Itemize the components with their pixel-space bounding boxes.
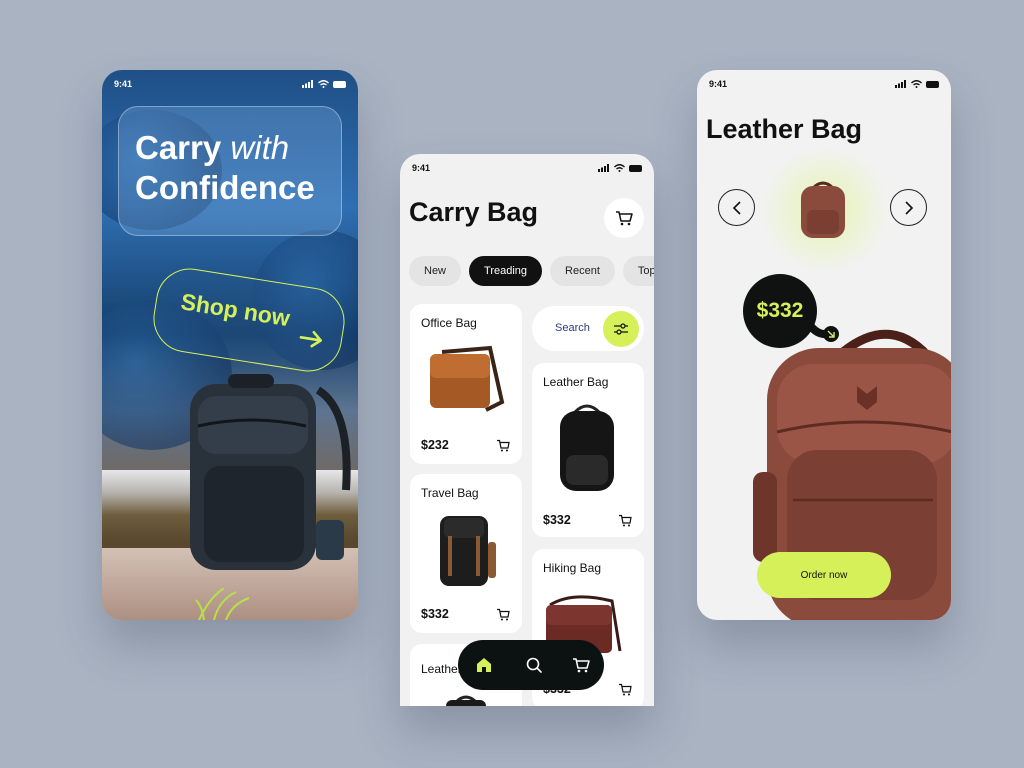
status-time: 9:41 bbox=[114, 79, 133, 89]
cart-icon[interactable] bbox=[572, 657, 590, 673]
detail-screen: 9:41 Leather Bag $332 Order now bbox=[697, 70, 951, 620]
tab-recent[interactable]: Recent bbox=[550, 256, 615, 286]
filter-icon bbox=[614, 323, 628, 335]
catalog-screen: 9:41 Carry Bag New Treading Recent Top O… bbox=[400, 154, 654, 706]
tab-treading[interactable]: Treading bbox=[469, 256, 543, 286]
hero-title: Carry with Confidence bbox=[135, 128, 355, 208]
home-icon bbox=[477, 658, 492, 672]
splash-screen: 9:41 Carry with Confidence Shop now bbox=[102, 70, 358, 620]
price-bubble-tail bbox=[807, 320, 839, 342]
status-bar: 9:41 bbox=[400, 154, 654, 182]
status-bar: 9:41 bbox=[697, 70, 951, 98]
product-name: Office Bag bbox=[421, 316, 477, 330]
product-card-office-bag[interactable]: Office Bag $232 bbox=[410, 304, 522, 464]
travel-bag-image bbox=[440, 516, 496, 586]
product-name: Travel Bag bbox=[421, 486, 479, 500]
search-icon[interactable] bbox=[525, 656, 543, 674]
chevron-left-icon bbox=[732, 200, 741, 215]
wifi-icon bbox=[318, 80, 329, 88]
status-icons bbox=[895, 80, 939, 88]
order-now-button[interactable]: Order now bbox=[757, 552, 891, 598]
cart-icon bbox=[616, 211, 633, 226]
product-card-leather-bag[interactable]: Leather Bag $332 bbox=[532, 363, 644, 537]
hero-title-line2: Confidence bbox=[135, 169, 315, 206]
hero-title-word2: with bbox=[230, 129, 290, 166]
signal-icon bbox=[302, 80, 313, 88]
product-card-travel-bag[interactable]: Travel Bag $332 bbox=[410, 474, 522, 633]
add-to-cart-icon[interactable] bbox=[496, 439, 510, 452]
battery-icon bbox=[629, 164, 642, 172]
search-label: Search bbox=[555, 322, 590, 334]
leather-bag-image bbox=[560, 404, 614, 491]
signal-icon bbox=[895, 80, 906, 88]
arrow-right-icon bbox=[299, 331, 322, 348]
product-name: Leather Bag bbox=[543, 375, 609, 389]
previous-button[interactable] bbox=[718, 189, 755, 226]
status-icons bbox=[598, 164, 642, 172]
status-time: 9:41 bbox=[709, 79, 728, 89]
battery-icon bbox=[926, 80, 939, 88]
product-price: $332 bbox=[421, 607, 449, 621]
office-bag-image bbox=[430, 345, 505, 412]
page-title: Carry Bag bbox=[409, 197, 539, 227]
status-icons bbox=[302, 80, 346, 88]
tab-new[interactable]: New bbox=[409, 256, 462, 286]
bottom-nav bbox=[458, 640, 604, 690]
product-name: Hiking Bag bbox=[543, 561, 602, 575]
wifi-icon bbox=[614, 164, 625, 172]
category-tabs: New Treading Recent Top bbox=[409, 256, 654, 286]
cart-button[interactable] bbox=[604, 198, 644, 238]
page-title: Leather Bag bbox=[706, 114, 863, 144]
tab-top[interactable]: Top bbox=[622, 256, 654, 286]
product-price: $332 bbox=[543, 513, 571, 527]
chevron-right-icon bbox=[904, 200, 913, 215]
signal-icon bbox=[598, 164, 609, 172]
add-to-cart-icon[interactable] bbox=[618, 514, 632, 527]
product-price: $232 bbox=[421, 438, 449, 452]
hero-title-word1: Carry bbox=[135, 129, 222, 166]
grass-image bbox=[195, 588, 250, 620]
shop-now-label: Shop now bbox=[179, 288, 292, 332]
filter-button[interactable] bbox=[603, 311, 639, 347]
black-backpack-image bbox=[190, 374, 351, 570]
product-name: Leather bbox=[421, 662, 462, 676]
bag-image bbox=[446, 695, 486, 706]
add-to-cart-icon[interactable] bbox=[496, 608, 510, 621]
status-bar: 9:41 bbox=[102, 70, 358, 98]
battery-icon bbox=[333, 80, 346, 88]
nav-home[interactable] bbox=[472, 653, 496, 677]
wifi-icon bbox=[911, 80, 922, 88]
status-time: 9:41 bbox=[412, 163, 431, 173]
leather-backpack-thumbnail bbox=[801, 181, 845, 238]
price-bubble: $332 bbox=[743, 274, 817, 348]
next-button[interactable] bbox=[890, 189, 927, 226]
add-to-cart-icon[interactable] bbox=[618, 683, 632, 696]
search-bar[interactable]: Search bbox=[532, 306, 644, 351]
product-price: $332 bbox=[756, 299, 804, 322]
